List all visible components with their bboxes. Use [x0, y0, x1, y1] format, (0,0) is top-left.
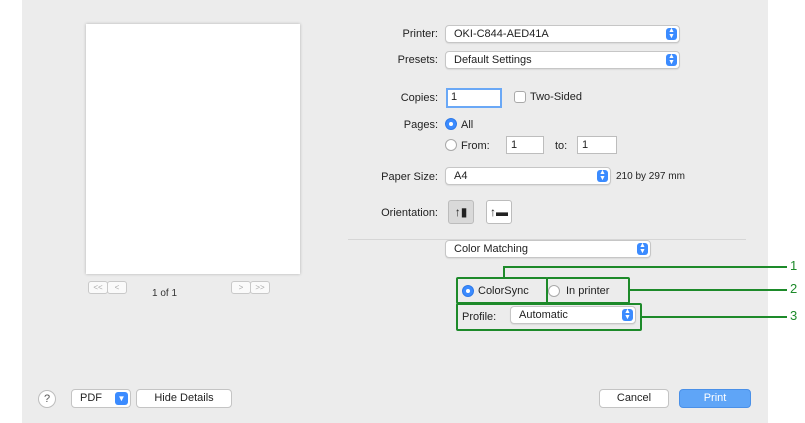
pages-from-label: From:: [461, 140, 490, 152]
page-count: 1 of 1: [152, 288, 178, 299]
hide-details-button[interactable]: Hide Details: [136, 389, 232, 408]
presets-value: Default Settings: [454, 54, 532, 66]
callout-number-2: 2: [790, 281, 798, 296]
popup-stepper-icon: ▲ ▼: [666, 53, 677, 66]
page-preview: [86, 24, 300, 274]
popup-stepper-icon: ▲ ▼: [637, 242, 648, 255]
pages-from-field[interactable]: 1: [506, 136, 544, 154]
pages-all-radio[interactable]: [445, 118, 457, 130]
printer-value: OKI-C844-AED41A: [454, 28, 549, 40]
section-popup[interactable]: Color Matching ▲ ▼: [445, 240, 651, 258]
pages-label: Pages:: [403, 119, 438, 131]
callout-leader-3: [642, 316, 787, 318]
two-sided-checkbox[interactable]: [514, 91, 526, 103]
help-icon[interactable]: ?: [38, 390, 56, 408]
orientation-label: Orientation:: [381, 207, 438, 219]
two-sided-label: Two-Sided: [530, 91, 582, 103]
presets-label: Presets:: [397, 54, 438, 66]
pages-from-radio[interactable]: [445, 139, 457, 151]
callout-box-1: [456, 277, 548, 304]
last-page-button[interactable]: >>: [250, 281, 270, 294]
chevron-down-icon: ▼: [115, 392, 128, 405]
section-value: Color Matching: [454, 243, 528, 255]
landscape-orientation-button[interactable]: ↑▬: [486, 200, 512, 224]
callout-box-3: [456, 303, 642, 331]
presets-popup[interactable]: Default Settings ▲ ▼: [445, 51, 680, 69]
paper-size-value: A4: [454, 170, 468, 182]
prev-page-button[interactable]: <: [107, 281, 127, 294]
cancel-button[interactable]: Cancel: [599, 389, 669, 408]
popup-stepper-icon: ▲ ▼: [666, 27, 677, 40]
popup-stepper-icon: ▲ ▼: [597, 169, 608, 182]
printer-label: Printer:: [402, 28, 438, 40]
pages-to-field[interactable]: 1: [577, 136, 617, 154]
next-page-button[interactable]: >: [231, 281, 251, 294]
paper-size-popup[interactable]: A4 ▲ ▼: [445, 167, 611, 185]
first-page-button[interactable]: <<: [88, 281, 108, 294]
copies-label: Copies:: [400, 92, 438, 104]
paper-size-label: Paper Size:: [381, 171, 438, 183]
pdf-label: PDF: [80, 392, 102, 404]
callout-leader-1: [503, 266, 787, 268]
paper-dimensions: 210 by 297 mm: [616, 171, 685, 182]
pages-all-label: All: [461, 119, 474, 131]
callout-number-3: 3: [790, 308, 798, 323]
pdf-menu-button[interactable]: PDF ▼: [71, 389, 131, 408]
callout-number-1: 1: [790, 258, 798, 273]
printer-popup[interactable]: OKI-C844-AED41A ▲ ▼: [445, 25, 680, 43]
portrait-orientation-button[interactable]: ↑▮: [448, 200, 474, 224]
copies-field[interactable]: 1: [446, 88, 502, 108]
pages-to-label: to:: [555, 140, 568, 152]
callout-box-2: [546, 277, 630, 304]
print-button[interactable]: Print: [679, 389, 751, 408]
callout-leader-2: [630, 289, 787, 291]
